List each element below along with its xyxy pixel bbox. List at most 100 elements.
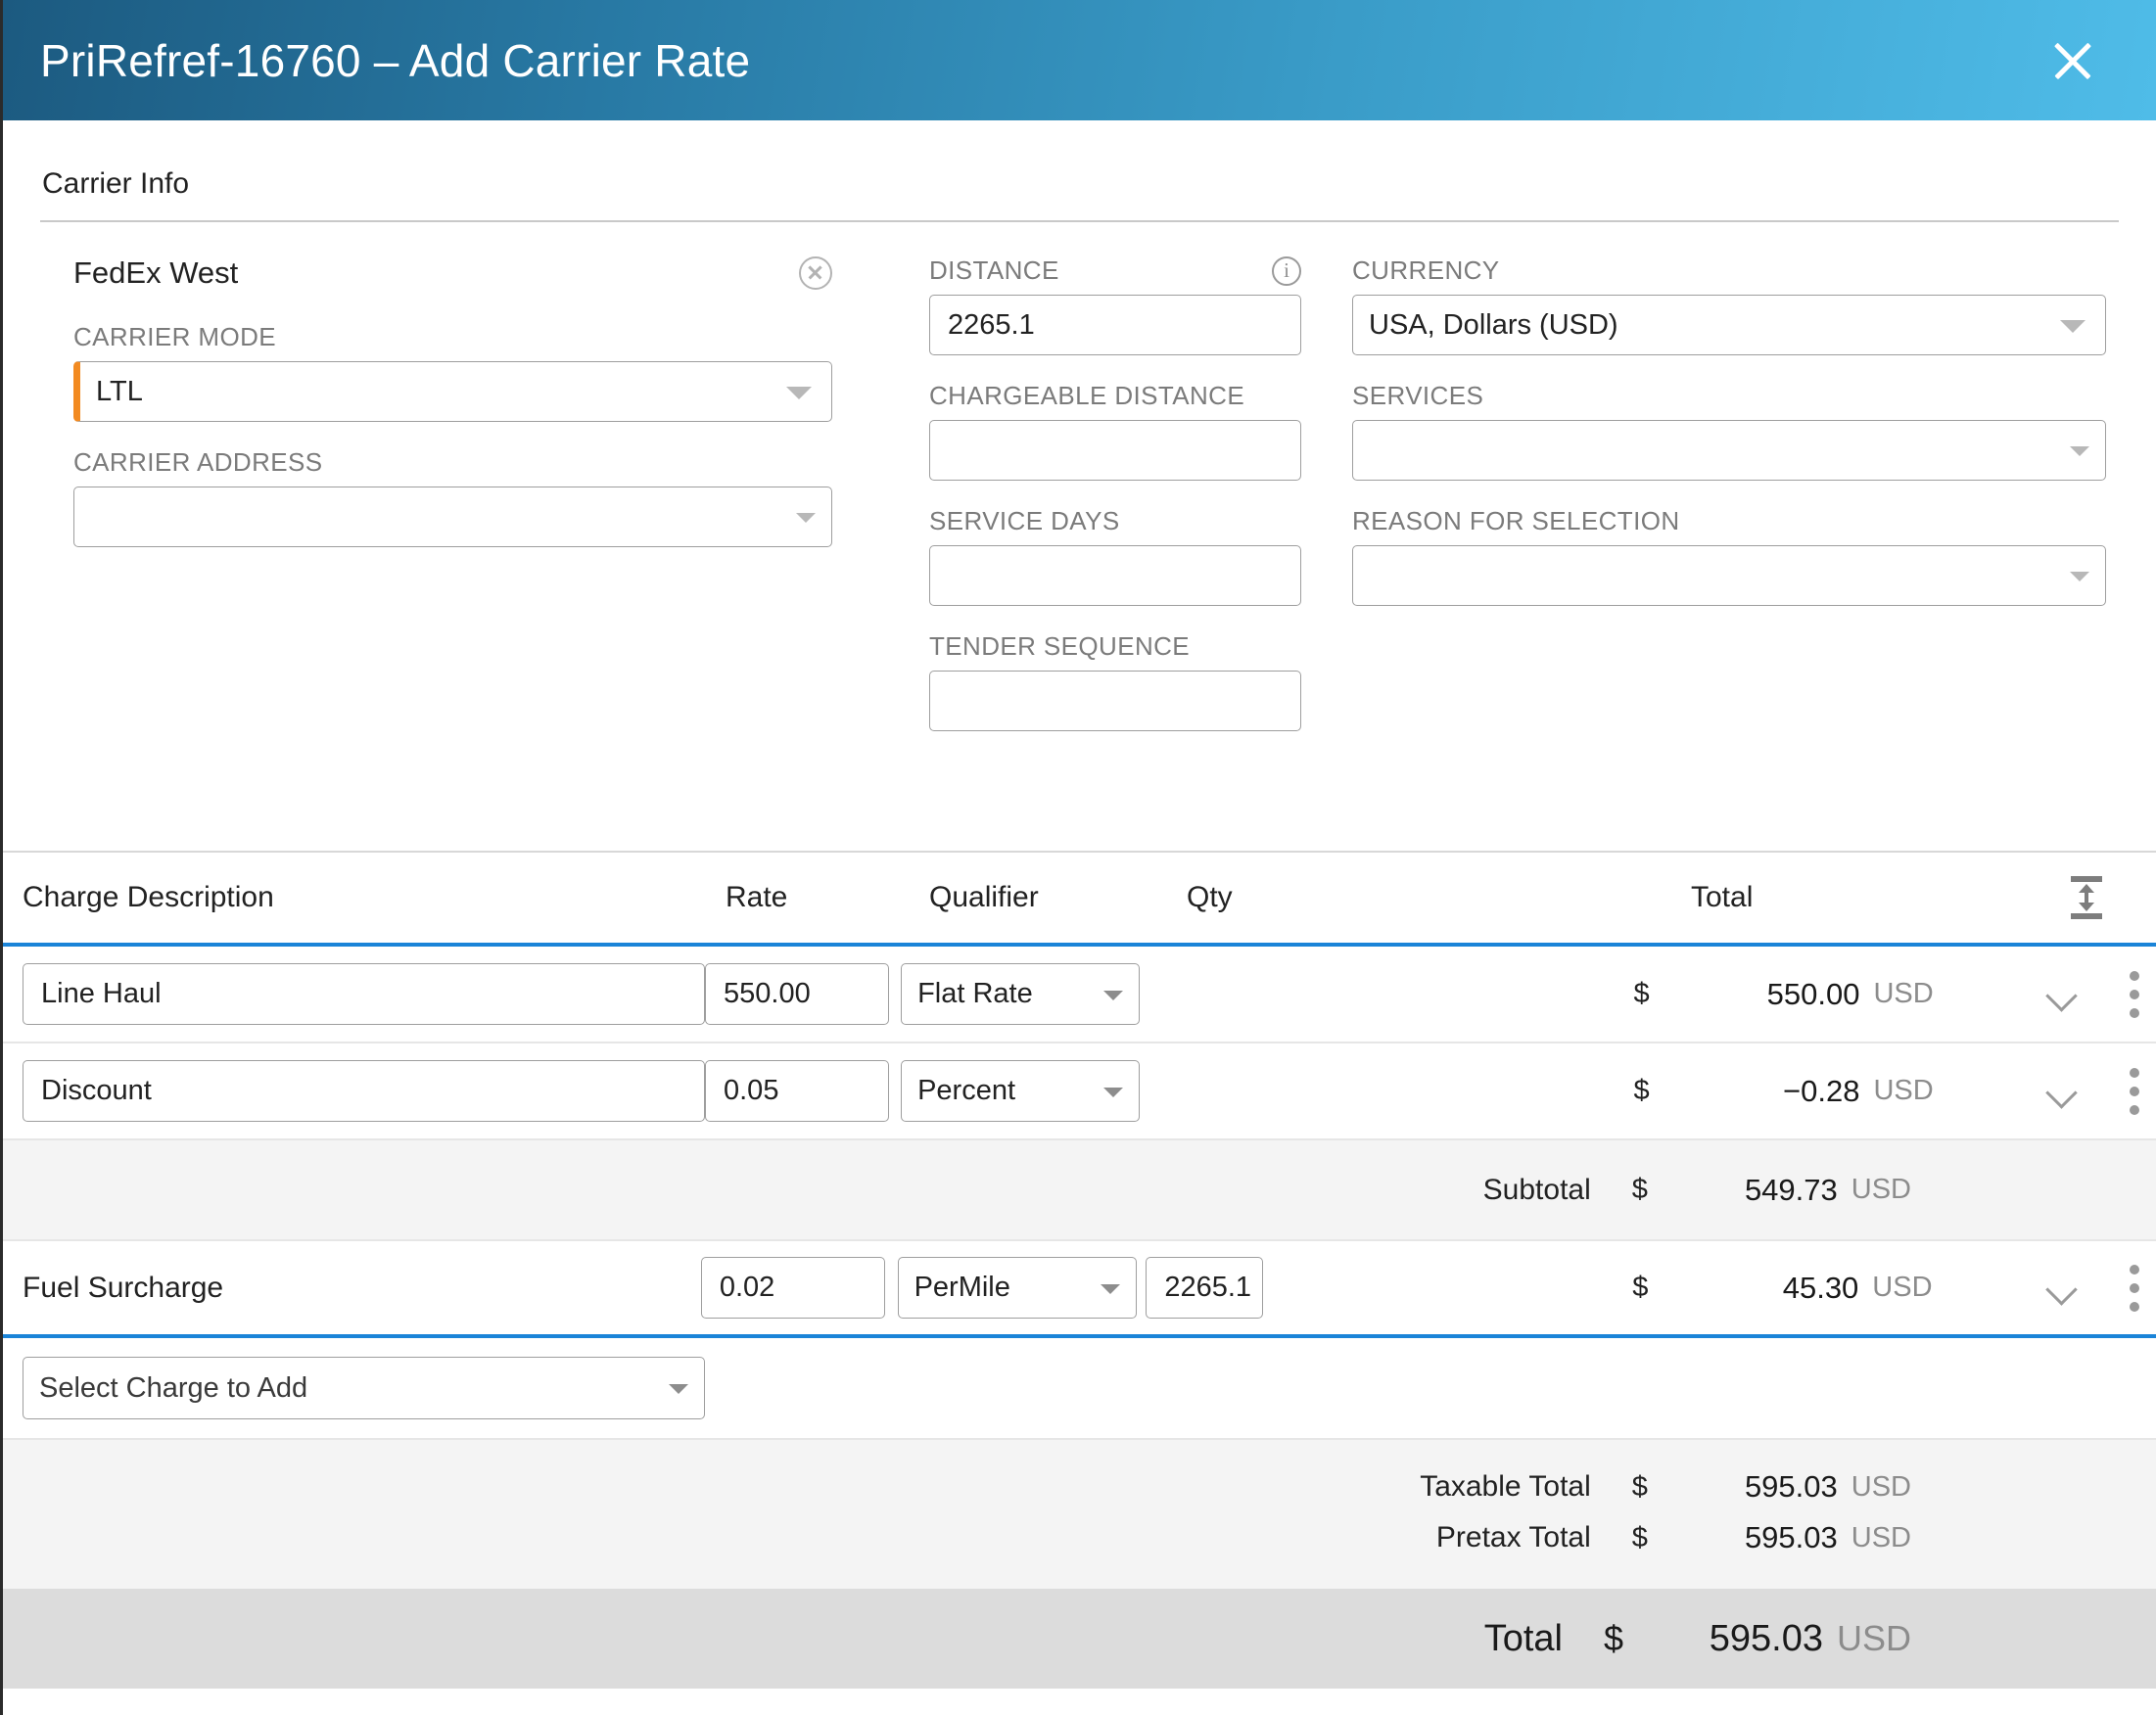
currency-value: USA, Dollars (USD) [1369, 308, 1618, 341]
taxable-total-currency-symbol: $ [1631, 1470, 1648, 1503]
pretax-total-row: Pretax Total $ 595.03 USD [3, 1512, 1911, 1563]
chevron-down-icon [669, 1384, 688, 1394]
services-label: SERVICES [1352, 381, 1484, 410]
charge-rate-input[interactable]: 0.02 [700, 1257, 885, 1319]
charge-qualifier-cell: PerMile [897, 1257, 1147, 1319]
chevron-down-icon [1103, 990, 1124, 1000]
charge-currency-code: USD [1873, 978, 1934, 1009]
charge-qty-cell: 2265.1 [1146, 1257, 1632, 1319]
subtotal-currency-code: USD [1851, 1174, 1911, 1205]
charge-rate-input[interactable]: 550.00 [705, 963, 889, 1025]
service-days-input[interactable] [929, 545, 1301, 606]
subtotal-label: Subtotal [1482, 1173, 1591, 1206]
charge-description-cell: Discount [23, 1060, 705, 1122]
row-expand-chevron-down-icon[interactable] [2042, 1071, 2084, 1112]
charge-amount: 45.30 [1782, 1270, 1859, 1305]
services-select[interactable] [1352, 420, 2106, 481]
chevron-down-icon [786, 387, 812, 399]
charge-total-cell: $ 45.30 USD [1632, 1271, 1992, 1306]
dialog-footer-area [3, 1689, 2156, 1715]
subtotal-currency-symbol: $ [1631, 1174, 1648, 1205]
clear-circle-icon[interactable] [799, 256, 832, 290]
carrier-info-middle-column: DISTANCE 2265.1 CHARGEABLE DISTANCE [921, 255, 1333, 757]
charge-rate-cell: 550.00 [705, 963, 901, 1025]
pretax-total-currency-code: USD [1851, 1521, 1911, 1553]
tender-sequence-label: TENDER SEQUENCE [929, 631, 1191, 661]
charge-qualifier-value: Flat Rate [917, 978, 1033, 1009]
carrier-name-row: FedEx West [73, 255, 832, 291]
charge-description-input[interactable]: Discount [23, 1060, 705, 1122]
column-header-qualifier: Qualifier [929, 881, 1039, 913]
resize-bar-bottom [2071, 913, 2102, 919]
chevron-down-icon [2070, 572, 2089, 581]
resize-arrow-down [2079, 903, 2094, 911]
pretax-total-amount: 595.03 [1744, 1520, 1838, 1554]
carrier-mode-value: LTL [96, 375, 143, 407]
table-row: Discount 0.05 Percent $ −0.28 USD [3, 1043, 2156, 1140]
carrier-mode-select[interactable]: LTL [73, 361, 832, 422]
chevron-down-icon [2070, 446, 2089, 456]
charge-rate-cell: 0.05 [705, 1060, 901, 1122]
row-menu-icon[interactable] [2113, 969, 2156, 1020]
service-days-field: SERVICE DAYS [929, 506, 1333, 606]
charge-rate-input[interactable]: 0.05 [705, 1060, 889, 1122]
column-header-rate: Rate [726, 881, 788, 913]
add-charge-row: Select Charge to Add [3, 1338, 2156, 1440]
section-divider [40, 220, 2119, 222]
carrier-info-section: Carrier Info FedEx West CARRIER MODE LTL [3, 120, 2156, 851]
row-menu-icon[interactable] [2113, 1263, 2156, 1314]
vertical-resize-icon[interactable] [2068, 876, 2105, 919]
totals-block: Taxable Total $ 595.03 USD Pretax Total … [3, 1440, 2156, 1589]
charge-currency-symbol: $ [1633, 1075, 1650, 1106]
taxable-total-amount: 595.03 [1744, 1469, 1838, 1504]
charges-table-header: Charge Description Rate Qualifier Qty To… [3, 853, 2156, 947]
carrier-address-field: CARRIER ADDRESS [73, 447, 921, 547]
taxable-total-label: Taxable Total [1420, 1470, 1591, 1503]
chevron-down-icon [1103, 1087, 1124, 1097]
select-charge-to-add-dropdown[interactable]: Select Charge to Add [23, 1357, 705, 1419]
charge-description-cell: Fuel Surcharge [23, 1272, 701, 1305]
add-carrier-rate-dialog: PriRefref-16760 – Add Carrier Rate Carri… [0, 0, 2156, 1715]
tender-sequence-field: TENDER SEQUENCE [929, 631, 1333, 731]
charge-description-value: Discount [41, 1075, 152, 1106]
reason-for-selection-label: REASON FOR SELECTION [1352, 506, 1680, 535]
charge-rate-value: 0.02 [719, 1272, 775, 1303]
currency-field: CURRENCY USA, Dollars (USD) [1352, 255, 2116, 355]
charge-qualifier-select[interactable]: PerMile [897, 1257, 1137, 1319]
charge-description-input[interactable]: Line Haul [23, 963, 705, 1025]
row-menu-icon[interactable] [2113, 1066, 2156, 1117]
grand-total-currency-symbol: $ [1603, 1618, 1624, 1658]
row-expand-chevron-down-icon[interactable] [2042, 1268, 2084, 1309]
tender-sequence-input[interactable] [929, 671, 1301, 731]
section-title-carrier-info: Carrier Info [42, 167, 190, 200]
grand-total-amount: 595.03 [1709, 1617, 1823, 1659]
pretax-total-currency-symbol: $ [1631, 1521, 1648, 1553]
charge-qualifier-select[interactable]: Percent [901, 1060, 1141, 1122]
currency-select[interactable]: USA, Dollars (USD) [1352, 295, 2106, 355]
dialog-titlebar: PriRefref-16760 – Add Carrier Rate [3, 0, 2156, 120]
resize-arrow-up [2079, 884, 2094, 893]
info-icon[interactable] [1272, 255, 1301, 286]
chargeable-distance-field: CHARGEABLE DISTANCE [929, 381, 1333, 481]
column-header-qty: Qty [1187, 881, 1233, 913]
charge-total-cell: $ −0.28 USD [1633, 1074, 1992, 1109]
charge-currency-symbol: $ [1632, 1272, 1649, 1303]
distance-input[interactable]: 2265.1 [929, 295, 1301, 355]
reason-for-selection-field: REASON FOR SELECTION [1352, 506, 2116, 606]
reason-for-selection-select[interactable] [1352, 545, 2106, 606]
row-expand-chevron-down-icon[interactable] [2042, 974, 2084, 1015]
grand-total-row: Total $ 595.03 USD [3, 1589, 2156, 1689]
charge-qty-input[interactable]: 2265.1 [1146, 1257, 1264, 1319]
subtotal-row: Subtotal $ 549.73 USD [3, 1140, 2156, 1241]
charge-qty-value: 2265.1 [1164, 1272, 1252, 1303]
close-icon[interactable] [2040, 28, 2105, 93]
column-header-description: Charge Description [23, 881, 274, 913]
chargeable-distance-input[interactable] [929, 420, 1301, 481]
grand-total-currency-code: USD [1836, 1618, 1911, 1658]
charge-qualifier-select[interactable]: Flat Rate [901, 963, 1141, 1025]
charge-description-value: Line Haul [41, 978, 162, 1009]
carrier-mode-field: CARRIER MODE LTL [73, 322, 921, 422]
carrier-address-select[interactable] [73, 487, 832, 547]
chevron-down-icon [2060, 320, 2086, 333]
service-days-label: SERVICE DAYS [929, 506, 1120, 535]
